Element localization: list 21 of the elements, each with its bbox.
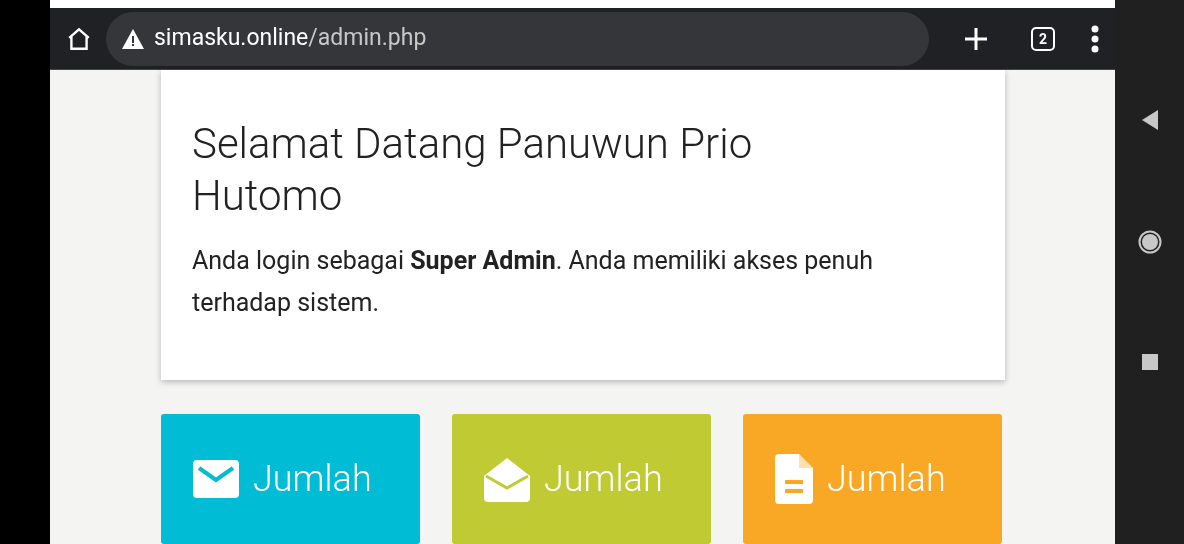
- address-bar[interactable]: simasku.online/admin.php: [106, 11, 929, 66]
- plus-icon[interactable]: [963, 25, 989, 52]
- url-text: simasku.online/admin.php: [154, 23, 427, 54]
- stat-tile[interactable]: Jumlah: [743, 414, 1002, 544]
- home-icon[interactable]: [66, 25, 92, 52]
- envelope-icon: [193, 460, 239, 498]
- stat-tile[interactable]: Jumlah: [161, 414, 420, 544]
- tile-label: Jumlah: [544, 457, 663, 502]
- back-icon[interactable]: [1141, 110, 1158, 130]
- more-icon[interactable]: [1091, 24, 1099, 53]
- tile-label: Jumlah: [253, 457, 372, 502]
- stat-tile[interactable]: Jumlah: [452, 414, 711, 544]
- tab-count-button[interactable]: 2: [1031, 26, 1055, 51]
- open-envelope-icon: [484, 456, 530, 502]
- square-icon[interactable]: [1141, 354, 1158, 370]
- home-circle-icon[interactable]: [1137, 230, 1162, 254]
- welcome-heading: Selamat Datang Panuwun Prio Hutomo: [192, 118, 754, 222]
- tile-label: Jumlah: [827, 457, 946, 502]
- document-icon: [775, 454, 813, 504]
- welcome-message: Anda login sebagai Super Admin. Anda memiliki akses penuh terhadap sistem.: [192, 245, 874, 319]
- warning-icon: [122, 28, 144, 49]
